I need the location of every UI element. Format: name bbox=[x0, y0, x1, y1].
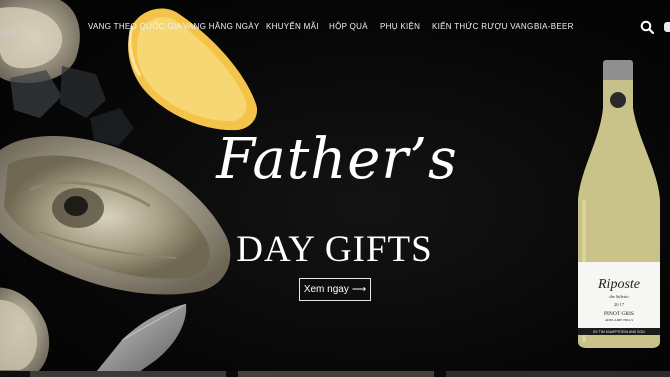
nav-item-hop-qua[interactable]: HỘP QUÀ bbox=[329, 22, 368, 31]
search-icon[interactable] bbox=[640, 20, 654, 34]
view-now-button[interactable]: Xem ngay ⟶ bbox=[299, 278, 371, 301]
wine-bottle bbox=[578, 60, 660, 348]
bottom-thumbnail-strip bbox=[0, 371, 670, 377]
view-now-label: Xem ngay bbox=[303, 284, 349, 295]
oyster-knife bbox=[92, 303, 187, 377]
nav-item-phu-kien[interactable]: PHỤ KIỆN bbox=[380, 22, 420, 31]
hero-banner[interactable]: Riposte the Stiletto 20 17 PINOT GRIS AD… bbox=[0, 0, 670, 377]
nav-item-vang-hang-ngay[interactable]: VANG HẰNG NGÀY bbox=[183, 22, 260, 31]
banner-title-caps: DAY GIFTS bbox=[236, 229, 433, 270]
top-navigation: oices VANG THEO QUỐC GIA VANG HẰNG NGÀY … bbox=[0, 0, 670, 54]
nav-item-kien-thuc-ruou-vang[interactable]: KIẾN THỨC RƯỢU VANG bbox=[432, 22, 534, 31]
cart-icon[interactable] bbox=[664, 22, 670, 32]
nav-item-vang-theo-quoc-gia[interactable]: VANG THEO QUỐC GIA bbox=[88, 22, 182, 31]
oyster-bottom-left bbox=[0, 287, 50, 377]
arrow-right-icon: ⟶ bbox=[351, 284, 367, 295]
banner-title-script: Father’s bbox=[216, 127, 458, 192]
nav-item-khuyen-mai[interactable]: KHUYẾN MÃI bbox=[266, 22, 319, 31]
nav-item-bia-beer[interactable]: BIA-BEER bbox=[534, 22, 574, 31]
nav-left-fragment[interactable]: oices bbox=[0, 30, 16, 37]
oyster-main bbox=[0, 135, 231, 295]
ice-cubes bbox=[10, 66, 134, 146]
